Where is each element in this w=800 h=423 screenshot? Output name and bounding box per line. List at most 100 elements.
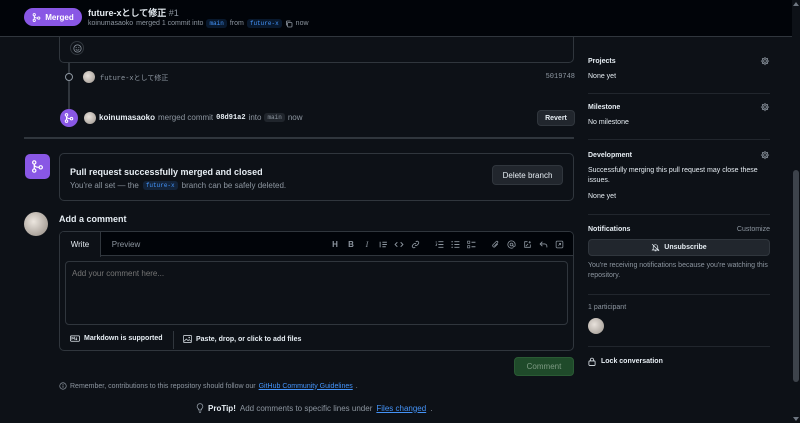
comment-textarea[interactable]	[65, 261, 568, 325]
merge-into: into	[248, 113, 262, 122]
gear-icon[interactable]	[760, 102, 770, 112]
development-title[interactable]: Development	[588, 152, 632, 159]
merge-branch-tag[interactable]: main	[264, 113, 285, 122]
development-note: Successfully merging this pull request m…	[588, 167, 758, 184]
heading-icon[interactable]: H	[327, 238, 343, 250]
protip-end: .	[430, 403, 433, 413]
state-merged-badge: Merged	[24, 8, 82, 26]
editor-footer: Markdown is supported Paste, drop, or cl…	[60, 329, 573, 350]
merge-text: merged 1 commit into	[136, 20, 204, 27]
files-changed-link[interactable]: Files changed	[376, 404, 426, 413]
merge-desc-before: You're all set — the	[70, 181, 139, 190]
scrollbar-thumb[interactable]	[793, 170, 799, 382]
merge-status-title: Pull request successfully merged and clo…	[70, 167, 263, 177]
current-user-avatar[interactable]	[24, 212, 48, 236]
commit-message[interactable]: future-xとして修正	[100, 73, 168, 83]
sidebar-divider	[588, 294, 770, 295]
bold-icon[interactable]: B	[343, 238, 359, 250]
pr-meta: koinumasaoko merged 1 commit into main f…	[88, 19, 309, 28]
scroll-up-icon[interactable]	[793, 2, 799, 6]
base-branch-tag[interactable]: main	[206, 19, 227, 28]
image-icon	[183, 335, 192, 343]
commit-icon	[65, 73, 73, 81]
add-comment-heading: Add a comment	[59, 214, 127, 224]
smiley-icon	[72, 43, 82, 53]
attachment-icon[interactable]	[487, 238, 503, 250]
sidebar-participants: 1 participant	[588, 304, 770, 334]
sidebar-divider	[588, 346, 770, 347]
mention-icon[interactable]	[503, 238, 519, 250]
comment-submit-button[interactable]: Comment	[514, 357, 574, 376]
add-reaction-button[interactable]	[70, 41, 84, 55]
gear-icon[interactable]	[760, 150, 770, 160]
comment-editor: Write Preview H B I Add your comment her…	[59, 231, 574, 351]
previous-comment-box	[59, 37, 574, 63]
revert-button[interactable]: Revert	[537, 110, 575, 126]
page-scrollbar[interactable]	[792, 0, 800, 423]
head-branch-tag[interactable]: future-x	[246, 19, 282, 28]
avatar[interactable]	[84, 112, 96, 124]
milestone-value: No milestone	[588, 119, 629, 126]
merge-status-description: You're all set — the future-x branch can…	[70, 181, 286, 190]
timeline-divider	[24, 137, 574, 139]
participant-avatar[interactable]	[588, 318, 604, 334]
pr-author[interactable]: koinumasaoko	[88, 20, 133, 27]
participants-title: 1 participant	[588, 304, 627, 311]
unordered-list-icon[interactable]	[447, 238, 463, 250]
gear-icon[interactable]	[760, 56, 770, 66]
link-icon[interactable]	[407, 238, 423, 250]
copy-icon[interactable]	[285, 20, 293, 28]
merge-event-icon	[60, 109, 78, 127]
code-icon[interactable]	[391, 238, 407, 250]
fullscreen-icon[interactable]	[551, 238, 567, 250]
task-list-icon[interactable]	[463, 238, 479, 250]
notifications-note: You're receiving notifications because y…	[588, 262, 768, 279]
reference-icon[interactable]	[519, 238, 535, 250]
italic-icon[interactable]: I	[359, 238, 375, 250]
community-guidelines-link[interactable]: GitHub Community Guidelines	[259, 383, 353, 390]
sidebar-lock: Lock conversation	[588, 357, 770, 366]
scroll-down-icon[interactable]	[793, 417, 799, 421]
protip-text: Add comments to specific lines under	[239, 403, 373, 413]
attach-files-button[interactable]: Paste, drop, or click to add files	[183, 335, 301, 343]
remember-text: Remember, contributions to this reposito…	[70, 382, 256, 390]
lightbulb-icon	[196, 403, 204, 413]
merge-time: now	[287, 113, 303, 122]
merge-action: merged commit	[158, 113, 214, 122]
merge-desc-after: branch can be safely deleted.	[181, 181, 287, 190]
markdown-label: Markdown is supported	[84, 335, 163, 342]
merge-desc-branch[interactable]: future-x	[142, 181, 178, 190]
projects-title[interactable]: Projects	[588, 58, 616, 65]
tab-preview[interactable]: Preview	[101, 232, 151, 256]
milestone-title[interactable]: Milestone	[588, 104, 620, 111]
commit-sha[interactable]: 5019748	[546, 73, 575, 81]
merge-status-box: Pull request successfully merged and clo…	[59, 153, 574, 201]
avatar[interactable]	[83, 71, 95, 83]
markdown-supported-link[interactable]: Markdown is supported	[70, 335, 163, 342]
merged-event-text: koinumasaoko merged commit 08d91a2 into …	[99, 113, 303, 122]
timeline-commit: future-xとして修正 5019748	[63, 70, 575, 84]
unsubscribe-label: Unsubscribe	[664, 244, 707, 251]
customize-link[interactable]: Customize	[737, 226, 770, 233]
pr-number: #1	[168, 8, 179, 18]
sticky-header: Merged future-xとして修正 #1 koinumasaoko mer…	[0, 0, 800, 37]
pr-title-text: future-xとして修正	[88, 8, 167, 18]
merged-status-icon	[25, 154, 50, 179]
from-text: from	[229, 20, 244, 27]
protip: ProTip! Add comments to specific lines u…	[196, 403, 432, 413]
ordered-list-icon[interactable]	[431, 238, 447, 250]
delete-branch-button[interactable]: Delete branch	[492, 165, 563, 185]
protip-label: ProTip!	[208, 403, 236, 413]
merge-sha[interactable]: 08d91a2	[216, 114, 245, 122]
editor-tabs: Write Preview H B I	[60, 232, 573, 257]
tab-write[interactable]: Write	[60, 232, 101, 257]
merge-author[interactable]: koinumasaoko	[99, 113, 155, 122]
unsubscribe-button[interactable]: Unsubscribe	[588, 239, 770, 256]
quote-icon[interactable]	[375, 238, 391, 250]
info-icon	[59, 382, 67, 390]
lock-conversation-button[interactable]: Lock conversation	[588, 357, 770, 366]
reply-icon[interactable]	[535, 238, 551, 250]
guidelines-notice: Remember, contributions to this reposito…	[59, 382, 358, 390]
sidebar-projects: Projects None yet	[588, 56, 770, 82]
remember-end: .	[355, 382, 358, 390]
